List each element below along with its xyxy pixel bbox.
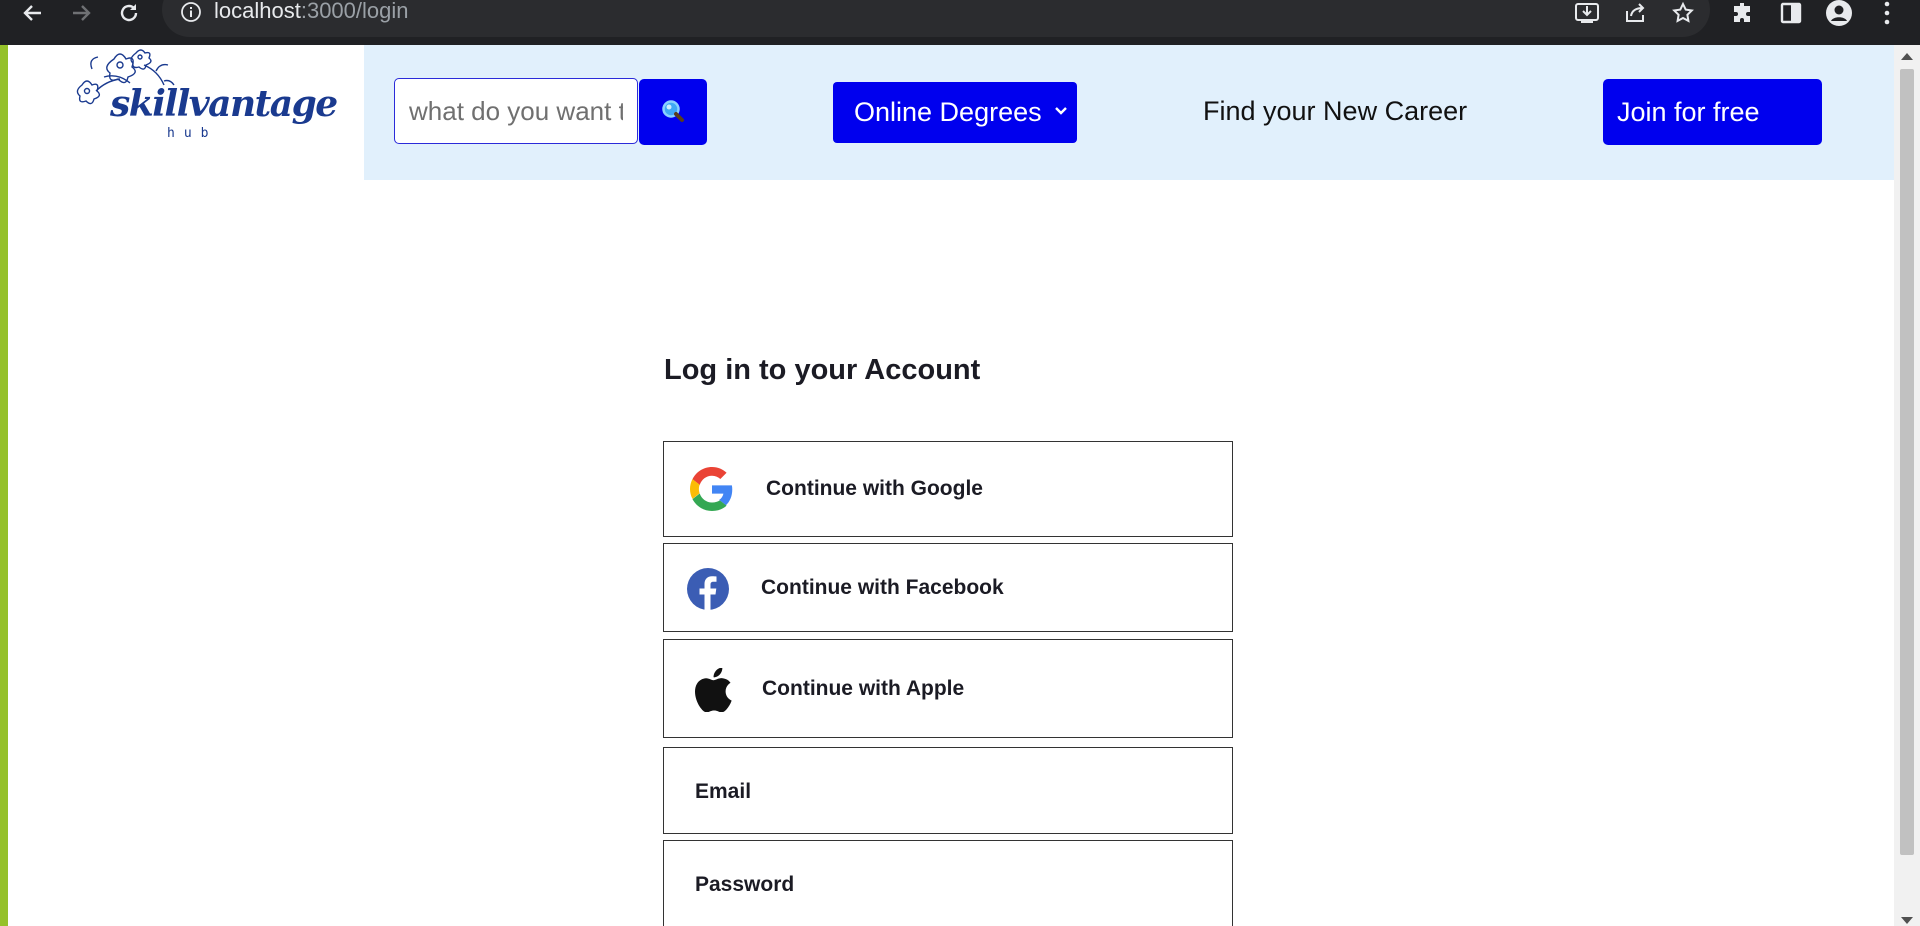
email-label: Email	[695, 780, 752, 803]
url-text: localhost:3000/login	[214, 0, 409, 24]
scroll-down-icon[interactable]	[1901, 917, 1913, 924]
google-button-label: Continue with Google	[766, 477, 983, 500]
vertical-scrollbar[interactable]	[1894, 45, 1920, 926]
extensions-icon[interactable]	[1726, 0, 1760, 26]
facebook-icon	[687, 568, 729, 610]
logo-subtitle: hub	[167, 126, 218, 141]
address-bar[interactable]: localhost:3000/login	[162, 0, 1710, 37]
side-panel-icon[interactable]	[1774, 0, 1808, 26]
reload-icon[interactable]	[112, 0, 146, 26]
site-info-icon[interactable]	[180, 1, 202, 23]
password-field[interactable]: Password	[663, 840, 1233, 926]
continue-with-apple-button[interactable]: Continue with Apple	[663, 639, 1233, 738]
apple-button-label: Continue with Apple	[762, 677, 965, 700]
continue-with-google-button[interactable]: Continue with Google	[663, 441, 1233, 537]
url-path: :3000/login	[300, 0, 409, 23]
bookmark-star-icon[interactable]	[1666, 0, 1700, 26]
continue-with-facebook-button[interactable]: Continue with Facebook	[663, 543, 1233, 632]
magnifier-icon	[662, 100, 684, 122]
share-icon[interactable]	[1618, 0, 1652, 26]
online-degrees-label: Online Degrees	[854, 97, 1042, 127]
join-for-free-button[interactable]: Join for free	[1603, 79, 1822, 145]
scrollbar-thumb[interactable]	[1900, 69, 1914, 855]
apple-icon	[695, 668, 732, 712]
email-field[interactable]: Email	[663, 747, 1233, 834]
back-icon[interactable]	[16, 0, 50, 26]
scroll-up-icon[interactable]	[1901, 53, 1913, 60]
search-button[interactable]	[639, 79, 707, 145]
password-label: Password	[695, 873, 795, 896]
page-viewport: skillvantage hub Online Degrees Find you…	[8, 45, 1894, 926]
login-title: Log in to your Account	[664, 354, 981, 386]
online-degrees-dropdown[interactable]: Online Degrees	[833, 82, 1077, 143]
profile-avatar-icon[interactable]	[1822, 0, 1856, 26]
logo[interactable]: skillvantage hub	[12, 45, 364, 180]
top-nav-bar: Online Degrees Find your New Career Join…	[364, 45, 1894, 180]
find-career-link[interactable]: Find your New Career	[1203, 96, 1467, 127]
install-app-icon[interactable]	[1570, 0, 1604, 26]
logo-wordmark: skillvantage	[110, 83, 338, 125]
chevron-down-icon	[1055, 107, 1067, 115]
url-host: localhost	[214, 0, 301, 23]
forward-icon[interactable]	[64, 0, 98, 26]
browser-toolbar: localhost:3000/login	[0, 0, 1920, 45]
search-input[interactable]	[394, 78, 638, 144]
google-icon	[690, 467, 733, 511]
join-for-free-label: Join for free	[1617, 96, 1760, 127]
facebook-button-label: Continue with Facebook	[761, 576, 1004, 599]
browser-menu-icon[interactable]	[1870, 0, 1904, 26]
